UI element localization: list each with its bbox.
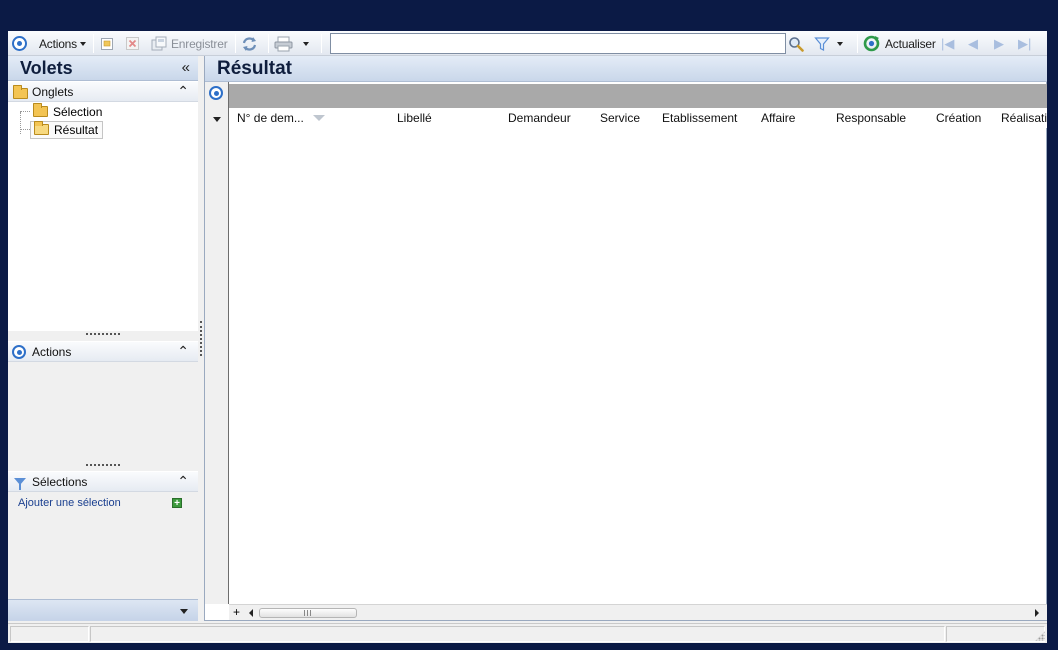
- refresh-label: Actualiser: [885, 36, 936, 51]
- status-cell: [946, 626, 1045, 642]
- tree-item-label: Sélection: [53, 104, 103, 119]
- search-input[interactable]: [331, 34, 785, 53]
- print-icon: [274, 36, 293, 51]
- save-icon: [151, 36, 167, 51]
- add-icon[interactable]: +: [172, 498, 182, 509]
- column-header[interactable]: N° de dem...: [237, 111, 304, 125]
- selections-section-header[interactable]: Sélections ⌃: [8, 471, 198, 492]
- last-page-icon: ▶|: [1018, 36, 1032, 51]
- target-icon[interactable]: [209, 86, 223, 100]
- column-header[interactable]: Etablissement: [662, 111, 737, 125]
- column-header[interactable]: Création: [936, 111, 981, 125]
- folder-icon: [33, 103, 48, 117]
- sync-button[interactable]: [241, 34, 258, 53]
- folder-icon: [13, 85, 28, 99]
- last-page-button[interactable]: ▶|: [1018, 34, 1031, 53]
- funnel-icon: [14, 478, 26, 490]
- column-header-row: N° de dem... Libellé Demandeur Service E…: [229, 108, 1047, 128]
- actions-section-body: [8, 362, 198, 462]
- target-icon: [12, 345, 26, 359]
- result-header: Résultat: [205, 56, 1047, 82]
- selections-section-body: Ajouter une sélection +: [8, 492, 198, 599]
- sync-icon: [242, 36, 257, 51]
- side-panels-title: Volets: [20, 58, 73, 78]
- result-panel: Résultat N° de dem... Libellé Demandeur …: [204, 56, 1047, 621]
- actions-section-header[interactable]: Actions ⌃: [8, 341, 198, 362]
- chevron-down-icon: [79, 41, 86, 46]
- page-title: Résultat: [217, 58, 292, 79]
- first-page-button[interactable]: |◀: [941, 34, 954, 53]
- status-bar: [8, 623, 1047, 643]
- first-page-icon: |◀: [941, 36, 955, 51]
- search-button[interactable]: [788, 34, 804, 53]
- tree-item-selection[interactable]: Sélection: [20, 103, 106, 120]
- grid-row-selector: [205, 82, 229, 604]
- toolbar-separator: [857, 34, 858, 53]
- search-box[interactable]: [330, 33, 786, 54]
- onglets-section-label: Onglets: [32, 85, 74, 99]
- scroll-right-icon[interactable]: [1035, 609, 1039, 617]
- new-document-button[interactable]: [100, 34, 114, 53]
- side-panels-footer: [8, 599, 198, 621]
- section-resize-grip[interactable]: [86, 464, 120, 467]
- section-resize-grip[interactable]: [86, 333, 120, 336]
- actions-section-label: Actions: [32, 345, 72, 359]
- application-window: Actions Enregistrer Actualiser |◀ ◀ ▶ ▶|…: [8, 31, 1047, 643]
- collapse-section-icon[interactable]: ⌃: [177, 473, 189, 490]
- status-cell: [90, 626, 945, 642]
- toolbar-separator: [268, 34, 269, 53]
- chevron-down-icon[interactable]: [303, 41, 309, 46]
- toolbar: Actions Enregistrer Actualiser |◀ ◀ ▶ ▶|: [8, 31, 1047, 56]
- refresh-button[interactable]: Actualiser: [863, 34, 936, 53]
- toolbar-separator: [235, 34, 236, 53]
- target-icon[interactable]: [12, 34, 27, 53]
- print-button[interactable]: [274, 34, 309, 53]
- expand-icon[interactable]: +: [233, 605, 240, 619]
- add-selection-link[interactable]: Ajouter une sélection: [18, 497, 121, 509]
- column-header[interactable]: Réalisati: [1001, 111, 1047, 125]
- actions-menu-label: Actions: [39, 36, 77, 51]
- delete-button[interactable]: [126, 34, 139, 53]
- tree-item-resultat[interactable]: Résultat: [20, 120, 104, 139]
- open-folder-icon: [34, 121, 49, 135]
- scroll-left-icon[interactable]: [249, 609, 253, 617]
- save-label: Enregistrer: [171, 36, 228, 51]
- onglets-section-body: Sélection Résultat: [8, 102, 198, 331]
- filter-button[interactable]: [814, 34, 843, 53]
- column-header[interactable]: Responsable: [836, 111, 906, 125]
- next-page-icon: ▶: [994, 36, 1004, 51]
- chevron-down-icon[interactable]: [180, 609, 188, 614]
- column-header[interactable]: Demandeur: [508, 111, 571, 125]
- scrollbar-thumb[interactable]: [259, 608, 357, 618]
- tree-item-label: Résultat: [54, 122, 99, 137]
- chevron-down-icon[interactable]: [837, 41, 843, 46]
- column-header[interactable]: Service: [600, 111, 640, 125]
- delete-icon: [126, 37, 139, 50]
- save-button[interactable]: Enregistrer: [151, 34, 228, 53]
- filter-icon: [814, 36, 830, 51]
- new-document-icon: [101, 37, 113, 50]
- previous-page-icon: ◀: [968, 36, 978, 51]
- collapse-section-icon[interactable]: ⌃: [177, 83, 189, 100]
- column-chooser-icon[interactable]: [213, 117, 221, 122]
- toolbar-separator: [93, 34, 94, 53]
- collapse-section-icon[interactable]: ⌃: [177, 343, 189, 360]
- column-header[interactable]: Libellé: [397, 111, 432, 125]
- next-page-button[interactable]: ▶: [994, 34, 1004, 53]
- search-icon: [789, 36, 804, 52]
- previous-page-button[interactable]: ◀: [968, 34, 978, 53]
- selections-section-label: Sélections: [32, 475, 88, 489]
- sort-indicator-icon[interactable]: [313, 115, 325, 121]
- column-header[interactable]: Affaire: [761, 111, 795, 125]
- side-panels-header: Volets «: [8, 56, 198, 81]
- onglets-section-header[interactable]: Onglets ⌃: [8, 81, 198, 102]
- toolbar-separator: [321, 34, 322, 53]
- horizontal-scrollbar[interactable]: +: [229, 604, 1047, 620]
- group-by-area[interactable]: [229, 84, 1047, 108]
- collapse-panels-button[interactable]: «: [182, 59, 190, 76]
- actions-menu-button[interactable]: Actions: [39, 34, 86, 53]
- refresh-icon: [863, 35, 880, 52]
- side-panels: Volets « Onglets ⌃ Sélection Résultat Ac…: [8, 56, 198, 621]
- status-cell: [10, 626, 89, 642]
